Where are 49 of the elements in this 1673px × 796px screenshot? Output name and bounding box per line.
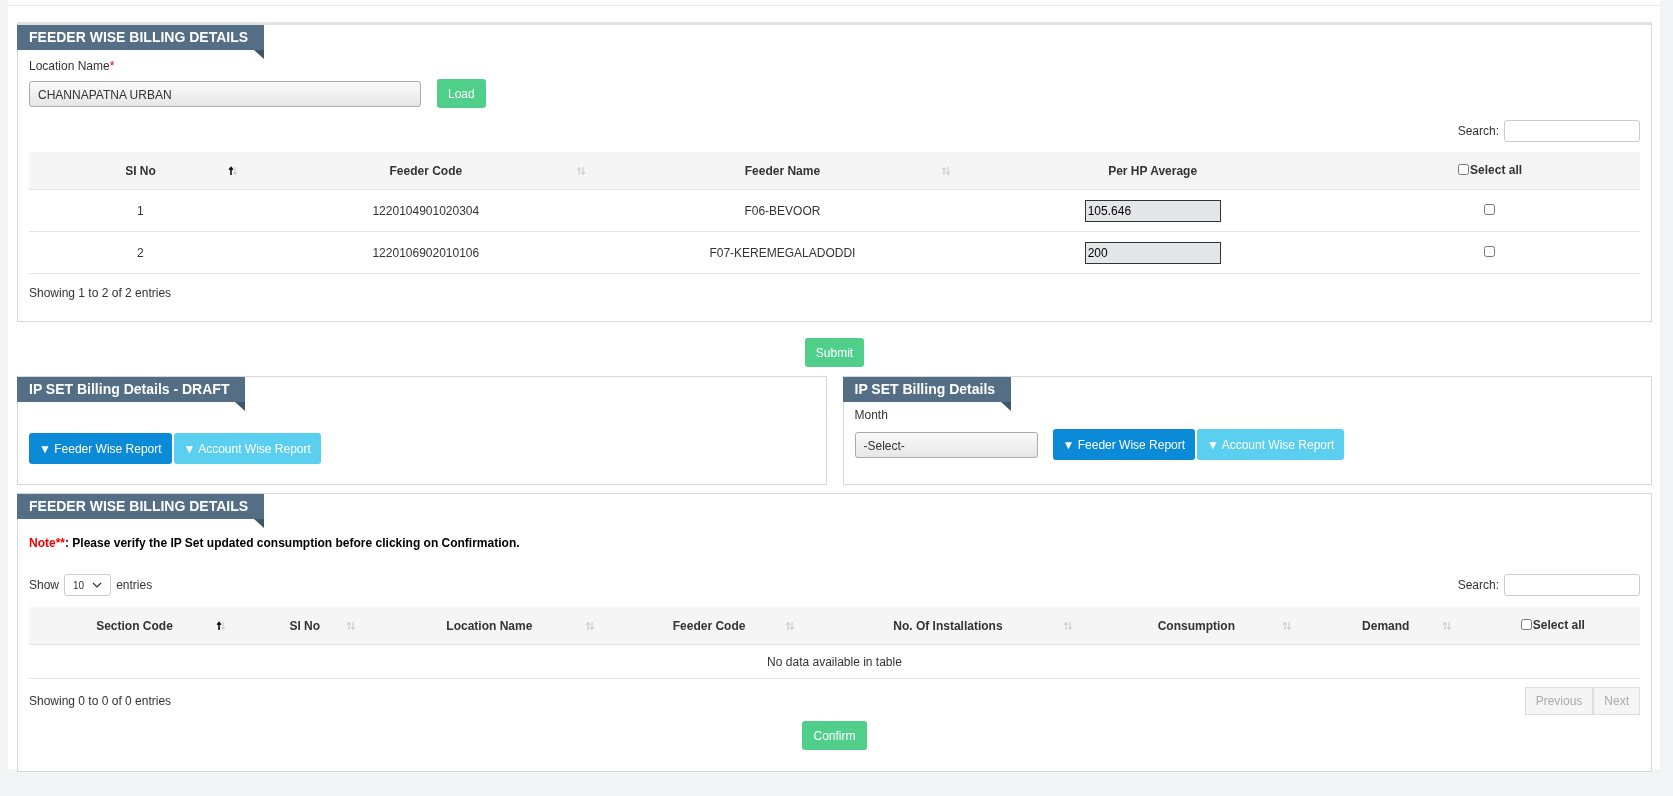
column-header[interactable]: Consumption [1157,618,1235,633]
note-text: Note**: Please verify the IP Set updated consumption before clicking on Confirmation. [29,536,521,550]
empty-table-message: No data available in table [767,654,902,669]
row-checkbox[interactable] [1484,203,1496,215]
select-all-checkbox[interactable] [1458,164,1470,176]
field-label: Location Name* [29,59,116,73]
report-button[interactable]: ▼ Feeder Wise Report [1052,429,1196,460]
search-label: Search: [1457,578,1499,592]
search-field[interactable] [1504,574,1640,596]
column-header[interactable]: Feeder Name [744,163,821,178]
average-input[interactable]: 200 [1084,241,1221,264]
sort-icon[interactable] [215,621,226,631]
sort-icon[interactable] [227,166,238,176]
table-info: Showing 1 to 2 of 2 entries [29,286,173,300]
column-header[interactable]: Location Name [446,618,533,633]
report-button[interactable]: ▼ Feeder Wise Report [29,433,172,464]
field-label: Month [854,408,889,422]
table-cell: 1220104901020304 [372,203,480,218]
average-input[interactable]: 105.646 [1084,199,1221,222]
row-checkbox[interactable] [1484,245,1496,257]
entries-label: entries [116,578,153,592]
section-title: FEEDER WISE BILLING DETAILS [17,494,265,528]
section-title: IP SET Billing Details - DRAFT [17,377,246,411]
column-header: Per HP Average [1108,163,1198,178]
section-title: IP SET Billing Details [842,377,1012,411]
month-select[interactable]: -Select- [854,431,1038,458]
column-header[interactable]: SI No [125,163,156,178]
column-header[interactable]: Feeder Code [672,618,746,633]
column-header[interactable]: SI No [289,618,321,633]
table-cell: F06-BEVOOR [744,203,821,218]
show-label: Show [29,578,60,592]
column-header[interactable]: No. Of Installations [893,618,1003,633]
table-cell: 1 [137,203,144,218]
table-cell: 1220106902010106 [372,245,480,260]
page-size-select[interactable]: 10 [64,574,112,596]
section-title: FEEDER WISE BILLING DETAILS [17,25,265,59]
select-all-checkbox[interactable] [1520,619,1532,631]
chevron-down-icon [92,582,103,588]
column-header[interactable]: Demand [1362,618,1410,633]
column-header: Select all [1470,162,1523,177]
column-header: Select all [1532,617,1585,632]
table-info: Showing 0 to 0 of 0 entries [29,694,172,708]
search-field[interactable] [1504,120,1640,142]
table-cell: F07-KEREMEGALADODDI [709,245,856,260]
table-cell: 2 [137,245,144,260]
column-header[interactable]: Feeder Code [389,163,463,178]
location-select[interactable]: CHANNAPATNA URBAN [29,80,421,107]
column-header[interactable]: Section Code [96,618,173,633]
search-label: Search: [1457,124,1499,138]
